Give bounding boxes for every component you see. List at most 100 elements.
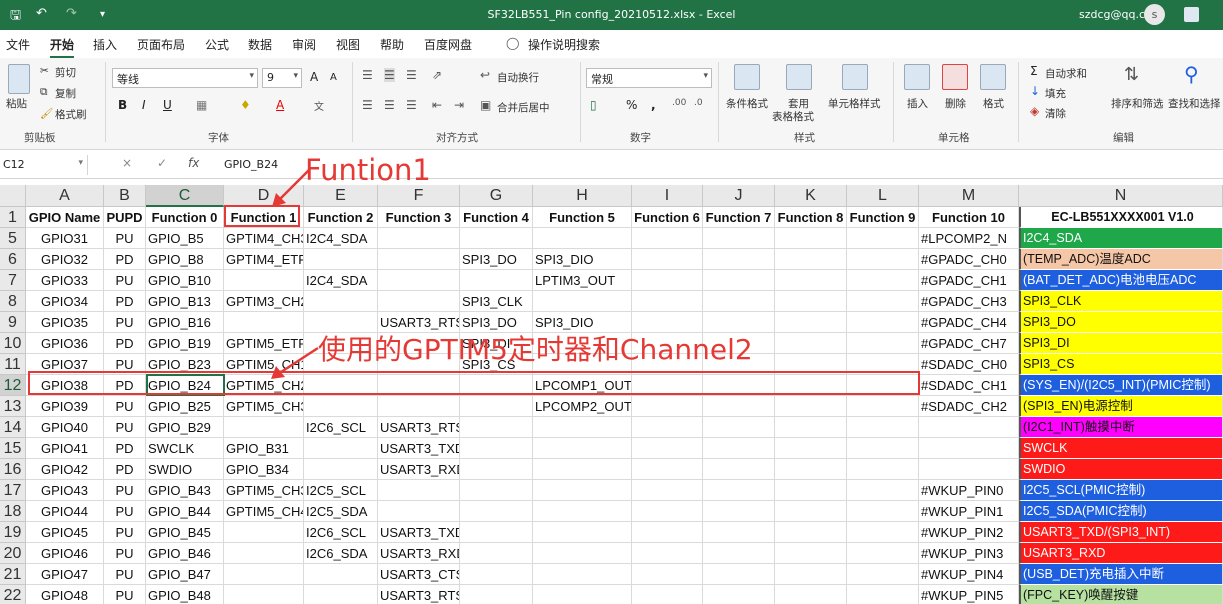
format-as-table-button-line2[interactable]: 表格格式 bbox=[772, 109, 814, 124]
cell-K6[interactable] bbox=[775, 249, 847, 270]
cell-K21[interactable] bbox=[775, 564, 847, 585]
cell-B9[interactable]: PU bbox=[104, 312, 146, 333]
cell-I7[interactable] bbox=[632, 270, 703, 291]
cell-L8[interactable] bbox=[847, 291, 919, 312]
format-as-table-icon[interactable] bbox=[786, 64, 812, 90]
cell-J7[interactable] bbox=[703, 270, 775, 291]
column-header-A[interactable]: A bbox=[26, 185, 104, 207]
cell-F21[interactable]: USART3_CTS bbox=[378, 564, 460, 585]
cell-J13[interactable] bbox=[703, 396, 775, 417]
cell-A19[interactable]: GPIO45 bbox=[26, 522, 104, 543]
cell-G8[interactable]: SPI3_CLK bbox=[460, 291, 533, 312]
cell-J19[interactable] bbox=[703, 522, 775, 543]
phonetic-icon[interactable]: 文 bbox=[314, 98, 324, 113]
cell-I15[interactable] bbox=[632, 438, 703, 459]
underline-button[interactable]: U bbox=[163, 98, 172, 112]
cell-D14[interactable] bbox=[224, 417, 304, 438]
cell-G14[interactable] bbox=[460, 417, 533, 438]
cell-B5[interactable]: PU bbox=[104, 228, 146, 249]
cell-I21[interactable] bbox=[632, 564, 703, 585]
autosum-icon[interactable]: Σ bbox=[1030, 64, 1038, 78]
fill-button[interactable]: 填充 bbox=[1045, 86, 1066, 101]
cell-E19[interactable]: I2C6_SCL bbox=[304, 522, 378, 543]
header-cell-J1[interactable]: Function 7 bbox=[703, 207, 775, 228]
cell-J18[interactable] bbox=[703, 501, 775, 522]
cell-I22[interactable] bbox=[632, 585, 703, 604]
row-header-21[interactable]: 21 bbox=[0, 564, 26, 585]
cell-J21[interactable] bbox=[703, 564, 775, 585]
font-size-select[interactable]: 9 ▾ bbox=[262, 68, 302, 88]
cell-H19[interactable] bbox=[533, 522, 632, 543]
row-header-1[interactable]: 1 bbox=[0, 207, 26, 228]
cell-M17[interactable]: #WKUP_PIN0 bbox=[919, 480, 1019, 501]
conditional-formatting-icon[interactable] bbox=[734, 64, 760, 90]
cell-C19[interactable]: GPIO_B45 bbox=[146, 522, 224, 543]
cell-N7[interactable]: (BAT_DET_ADC)电池电压ADC bbox=[1019, 270, 1223, 291]
cell-C5[interactable]: GPIO_B5 bbox=[146, 228, 224, 249]
cell-A8[interactable]: GPIO34 bbox=[26, 291, 104, 312]
cell-D9[interactable] bbox=[224, 312, 304, 333]
cell-E8[interactable] bbox=[304, 291, 378, 312]
format-painter-icon[interactable]: 🖌 bbox=[40, 107, 53, 120]
cell-L21[interactable] bbox=[847, 564, 919, 585]
accounting-format-icon[interactable]: ▯ bbox=[590, 98, 597, 112]
merge-center-icon[interactable]: ▣ bbox=[480, 98, 491, 112]
cell-E5[interactable]: I2C4_SDA bbox=[304, 228, 378, 249]
cell-G6[interactable]: SPI3_DO bbox=[460, 249, 533, 270]
cell-D13[interactable]: GPTIM5_CH3 bbox=[224, 396, 304, 417]
tab-review[interactable]: 审阅 bbox=[292, 36, 316, 53]
cell-J8[interactable] bbox=[703, 291, 775, 312]
cell-M19[interactable]: #WKUP_PIN2 bbox=[919, 522, 1019, 543]
cell-N22[interactable]: (FPC_KEY)唤醒按键 bbox=[1019, 585, 1223, 604]
name-box[interactable]: C12 ▾ bbox=[0, 155, 88, 175]
italic-button[interactable]: I bbox=[142, 98, 146, 112]
cell-N8[interactable]: SPI3_CLK bbox=[1019, 291, 1223, 312]
cell-H17[interactable] bbox=[533, 480, 632, 501]
cell-L10[interactable] bbox=[847, 333, 919, 354]
cell-A13[interactable]: GPIO39 bbox=[26, 396, 104, 417]
cell-G19[interactable] bbox=[460, 522, 533, 543]
cell-A10[interactable]: GPIO36 bbox=[26, 333, 104, 354]
cell-K7[interactable] bbox=[775, 270, 847, 291]
cell-E21[interactable] bbox=[304, 564, 378, 585]
fill-icon[interactable]: ↓ bbox=[1030, 84, 1040, 98]
cell-K8[interactable] bbox=[775, 291, 847, 312]
cell-G18[interactable] bbox=[460, 501, 533, 522]
column-header-E[interactable]: E bbox=[304, 185, 378, 207]
cell-M7[interactable]: #GPADC_CH1 bbox=[919, 270, 1019, 291]
header-cell-H1[interactable]: Function 5 bbox=[533, 207, 632, 228]
sort-filter-button[interactable]: 排序和筛选 bbox=[1111, 96, 1164, 111]
increase-decimal-icon[interactable]: .00 bbox=[672, 98, 686, 108]
sort-filter-icon[interactable]: ⇅ bbox=[1124, 64, 1139, 85]
cell-M5[interactable]: #LPCOMP2_N bbox=[919, 228, 1019, 249]
cell-N15[interactable]: SWCLK bbox=[1019, 438, 1223, 459]
cell-K14[interactable] bbox=[775, 417, 847, 438]
cell-B19[interactable]: PU bbox=[104, 522, 146, 543]
row-header-8[interactable]: 8 bbox=[0, 291, 26, 312]
cell-K18[interactable] bbox=[775, 501, 847, 522]
cell-L19[interactable] bbox=[847, 522, 919, 543]
cell-M8[interactable]: #GPADC_CH3 bbox=[919, 291, 1019, 312]
align-middle-icon[interactable]: ☰ bbox=[384, 68, 395, 82]
cell-D19[interactable] bbox=[224, 522, 304, 543]
cell-C9[interactable]: GPIO_B16 bbox=[146, 312, 224, 333]
format-cells-icon[interactable] bbox=[980, 64, 1006, 90]
cell-M15[interactable] bbox=[919, 438, 1019, 459]
column-header-B[interactable]: B bbox=[104, 185, 146, 207]
cell-G15[interactable] bbox=[460, 438, 533, 459]
cell-C6[interactable]: GPIO_B8 bbox=[146, 249, 224, 270]
cell-B14[interactable]: PU bbox=[104, 417, 146, 438]
cell-G17[interactable] bbox=[460, 480, 533, 501]
header-cell-M1[interactable]: Function 10 bbox=[919, 207, 1019, 228]
insert-cells-icon[interactable] bbox=[904, 64, 930, 90]
row-header-15[interactable]: 15 bbox=[0, 438, 26, 459]
column-header-K[interactable]: K bbox=[775, 185, 847, 207]
cell-A18[interactable]: GPIO44 bbox=[26, 501, 104, 522]
column-header-C[interactable]: C bbox=[146, 185, 224, 207]
autosum-button[interactable]: 自动求和 bbox=[1045, 66, 1087, 81]
cell-K5[interactable] bbox=[775, 228, 847, 249]
cell-N20[interactable]: USART3_RXD bbox=[1019, 543, 1223, 564]
cell-styles-icon[interactable] bbox=[842, 64, 868, 90]
tab-baidu-netdisk[interactable]: 百度网盘 bbox=[424, 36, 472, 53]
cell-D20[interactable] bbox=[224, 543, 304, 564]
